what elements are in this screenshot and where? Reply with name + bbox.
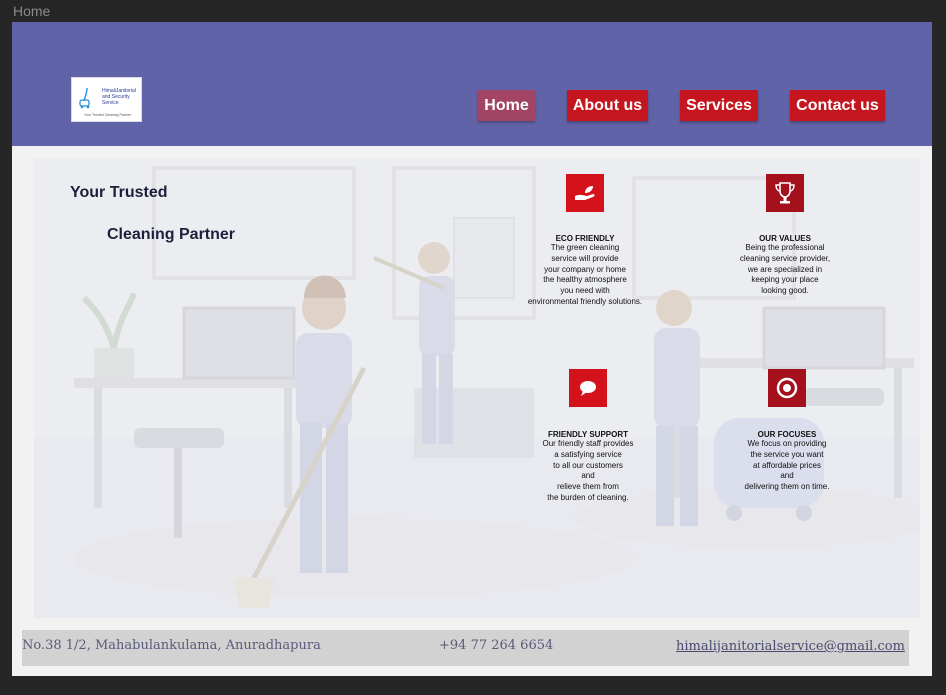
header-navbar: HimaliJanitorial and Security Service Yo… [12,22,932,146]
feature-eco-friendly: ECO FRIENDLY The green cleaning service … [495,174,675,308]
feature-description: Being the professional cleaning service … [739,243,831,296]
feature-title: FRIENDLY SUPPORT [547,430,628,439]
feature-description: Our friendly staff provides a satisfying… [542,439,634,502]
target-icon [768,369,806,407]
feature-title: OUR VALUES [759,234,811,243]
site-logo[interactable]: HimaliJanitorial and Security Service Yo… [71,77,142,122]
browser-tab-title: Home [13,3,51,19]
hand-leaf-icon [566,174,604,212]
footer-email-link[interactable]: himalijanitorialservice@gmail.com [676,639,905,654]
footer-phone[interactable]: +94 77 264 6654 [439,638,553,653]
logo-company-name: HimaliJanitorial and Security Service [102,88,136,106]
feature-our-values: OUR VALUES Being the professional cleani… [695,174,875,297]
trophy-icon [766,174,804,212]
vacuum-cleaner-icon [79,87,90,109]
feature-description: The green cleaning service will provide … [527,243,643,306]
footer-address: No.38 1/2, Mahabulankulama, Anuradhapura [22,638,321,653]
web-page: HimaliJanitorial and Security Service Yo… [12,22,932,676]
nav-home-button[interactable]: Home [478,90,535,121]
hero-tagline-line1: Your Trusted [70,184,168,201]
footer-contact-bar: No.38 1/2, Mahabulankulama, Anuradhapura… [22,630,909,666]
chat-bubble-icon [569,369,607,407]
feature-friendly-support: FRIENDLY SUPPORT Our friendly staff prov… [498,369,678,504]
feature-title: OUR FOCUSES [757,430,817,439]
logo-tagline: Your Trusted Cleaning Partner [84,113,131,117]
nav-contact-button[interactable]: Contact us [790,90,885,121]
feature-description: We focus on providing the service you wa… [744,439,830,492]
hero-tagline-line2: Cleaning Partner [107,226,236,243]
feature-title: ECO FRIENDLY [555,234,615,243]
feature-our-focuses: OUR FOCUSES We focus on providing the se… [697,369,877,493]
nav-services-button[interactable]: Services [680,90,758,121]
nav-about-button[interactable]: About us [567,90,648,121]
